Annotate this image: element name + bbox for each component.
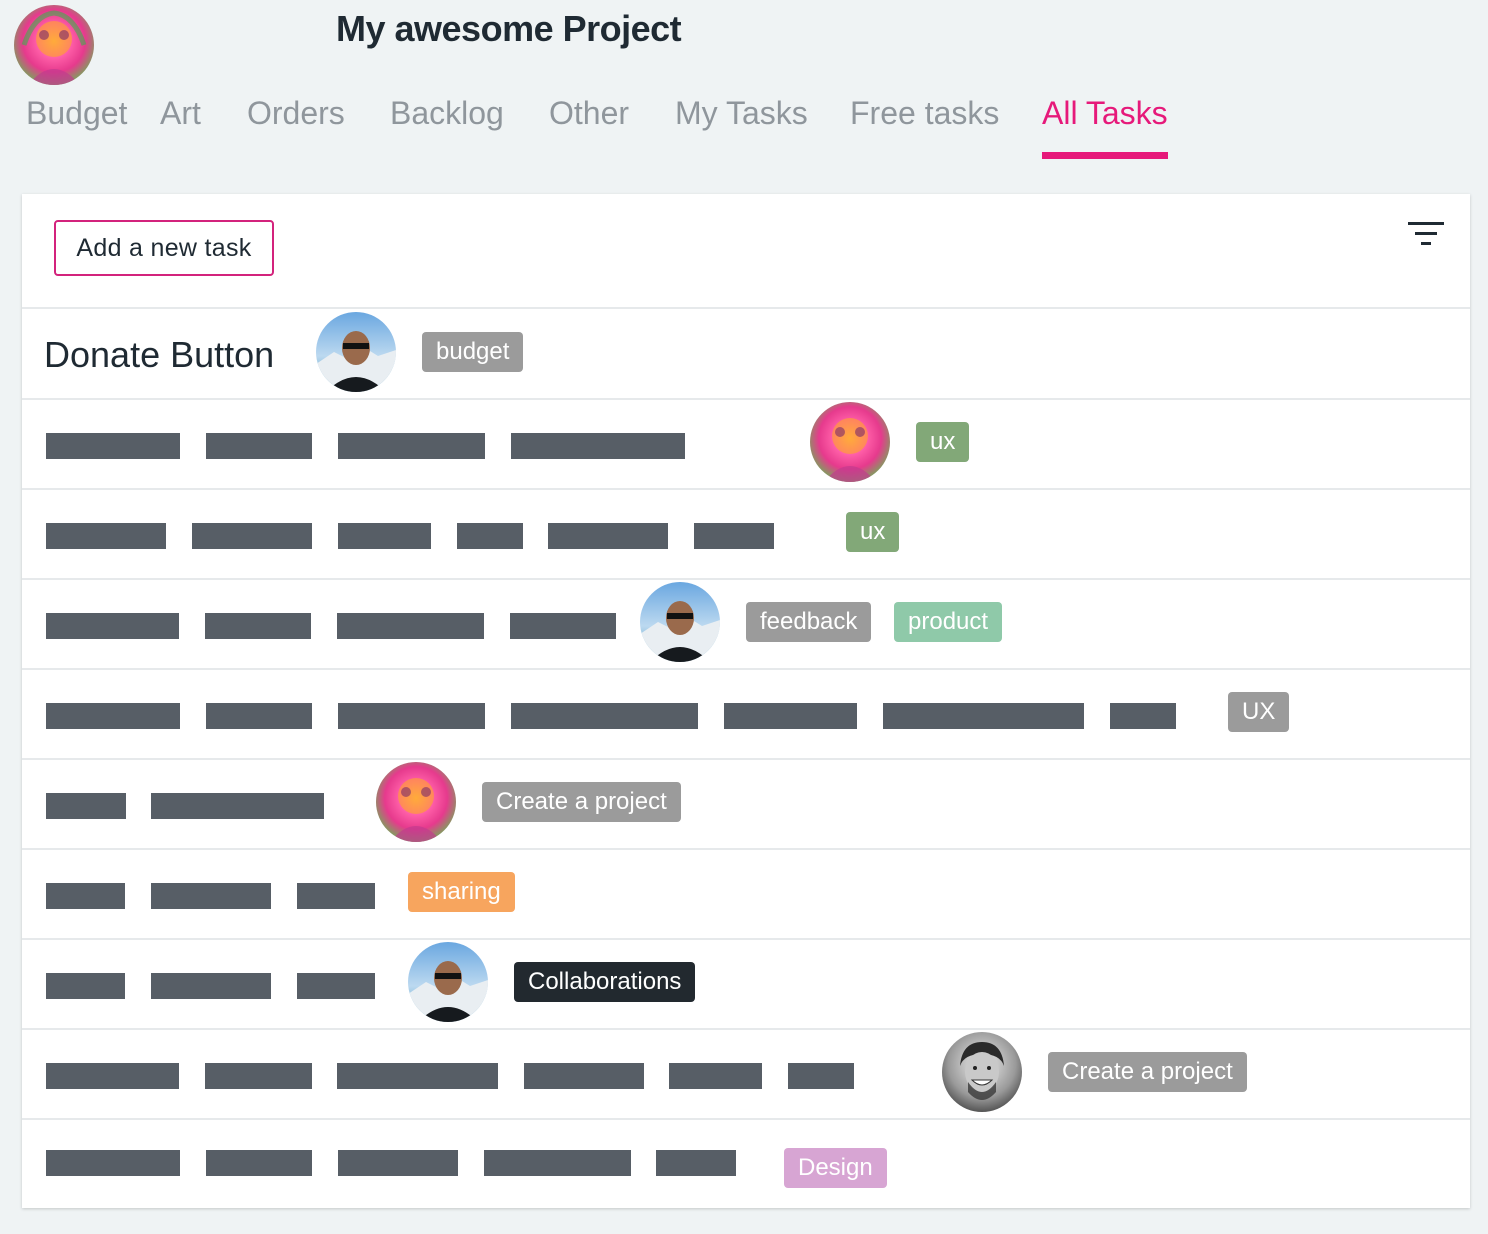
assignee-avatar[interactable] <box>942 1032 1022 1112</box>
filter-icon[interactable] <box>1406 220 1446 250</box>
task-row[interactable]: UX <box>22 670 1470 760</box>
task-row[interactable]: ux <box>22 400 1470 490</box>
tag-badge[interactable]: budget <box>422 332 524 372</box>
redacted-text-bar <box>511 433 685 459</box>
redacted-text-bar <box>206 703 312 729</box>
tag-badge[interactable]: Create a project <box>1048 1052 1247 1092</box>
tag-badge[interactable]: ux <box>846 512 900 552</box>
assignee-avatar[interactable] <box>640 582 720 662</box>
redacted-text-bar <box>192 523 312 549</box>
redacted-text-bar <box>151 883 271 909</box>
redacted-text-bar <box>1110 703 1176 729</box>
redacted-text-bar <box>297 973 375 999</box>
task-row[interactable]: Design <box>22 1120 1470 1210</box>
tag-badge[interactable]: UX <box>1228 692 1290 732</box>
task-row[interactable]: Create a project <box>22 760 1470 850</box>
tab-backlog[interactable]: Backlog <box>390 92 504 134</box>
task-row[interactable]: ux <box>22 490 1470 580</box>
tag-badge[interactable]: Collaborations <box>514 962 696 1002</box>
redacted-text-bar <box>205 613 311 639</box>
redacted-text-bar <box>151 973 271 999</box>
redacted-text-bar <box>205 1063 312 1089</box>
tag-badge[interactable]: Create a project <box>482 782 681 822</box>
project-avatar[interactable] <box>14 5 94 85</box>
add-task-button[interactable]: Add a new task <box>54 220 274 276</box>
redacted-text-bar <box>297 883 375 909</box>
redacted-text-bar <box>46 973 125 999</box>
tab-budget[interactable]: Budget <box>26 92 127 134</box>
task-row[interactable]: feedback product <box>22 580 1470 670</box>
redacted-text-bar <box>338 523 431 549</box>
tag-badge[interactable]: product <box>894 602 1003 642</box>
task-row[interactable]: Create a project <box>22 1030 1470 1120</box>
tag-badge[interactable]: sharing <box>408 872 515 912</box>
redacted-text-bar <box>337 613 484 639</box>
tab-art[interactable]: Art <box>160 92 201 134</box>
task-row[interactable]: sharing <box>22 850 1470 940</box>
task-row[interactable]: Collaborations <box>22 940 1470 1030</box>
panel-divider <box>22 307 1470 309</box>
tag-badge[interactable]: feedback <box>746 602 872 642</box>
redacted-text-bar <box>46 883 125 909</box>
redacted-text-bar <box>656 1150 736 1176</box>
redacted-text-bar <box>883 703 1084 729</box>
task-title[interactable]: Donate Button <box>44 334 274 376</box>
redacted-text-bar <box>338 433 485 459</box>
tag-badge[interactable]: Design <box>784 1148 887 1188</box>
redacted-text-bar <box>457 523 523 549</box>
assignee-avatar[interactable] <box>810 402 890 482</box>
redacted-text-bar <box>484 1150 631 1176</box>
redacted-text-bar <box>337 1063 498 1089</box>
assignee-avatar[interactable] <box>376 762 456 842</box>
redacted-text-bar <box>669 1063 762 1089</box>
redacted-text-bar <box>206 433 312 459</box>
active-tab-indicator <box>1042 152 1168 159</box>
tab-all-tasks[interactable]: All Tasks <box>1042 92 1168 134</box>
redacted-text-bar <box>510 613 616 639</box>
redacted-text-bar <box>46 613 179 639</box>
redacted-text-bar <box>338 1150 458 1176</box>
redacted-text-bar <box>46 433 180 459</box>
redacted-text-bar <box>724 703 857 729</box>
redacted-text-bar <box>46 523 166 549</box>
tab-other[interactable]: Other <box>549 92 629 134</box>
redacted-text-bar <box>206 1150 312 1176</box>
redacted-text-bar <box>46 1150 180 1176</box>
redacted-text-bar <box>788 1063 854 1089</box>
redacted-text-bar <box>524 1063 644 1089</box>
redacted-text-bar <box>46 793 126 819</box>
redacted-text-bar <box>694 523 774 549</box>
tab-my-tasks[interactable]: My Tasks <box>675 92 808 134</box>
redacted-text-bar <box>46 703 180 729</box>
assignee-avatar[interactable] <box>408 942 488 1022</box>
tab-free-tasks[interactable]: Free tasks <box>850 92 999 134</box>
project-header: My awesome Project Budget Art Orders Bac… <box>0 0 1488 190</box>
task-panel: Add a new task Donate Button budget ux u… <box>22 194 1470 1208</box>
redacted-text-bar <box>548 523 668 549</box>
redacted-text-bar <box>338 703 485 729</box>
task-row[interactable]: Donate Button budget <box>22 310 1470 400</box>
tag-badge[interactable]: ux <box>916 422 970 462</box>
redacted-text-bar <box>511 703 698 729</box>
redacted-text-bar <box>46 1063 179 1089</box>
tab-orders[interactable]: Orders <box>247 92 345 134</box>
tab-bar: Budget Art Orders Backlog Other My Tasks… <box>0 92 1488 162</box>
assignee-avatar[interactable] <box>316 312 396 392</box>
project-title: My awesome Project <box>336 8 682 49</box>
redacted-text-bar <box>151 793 324 819</box>
